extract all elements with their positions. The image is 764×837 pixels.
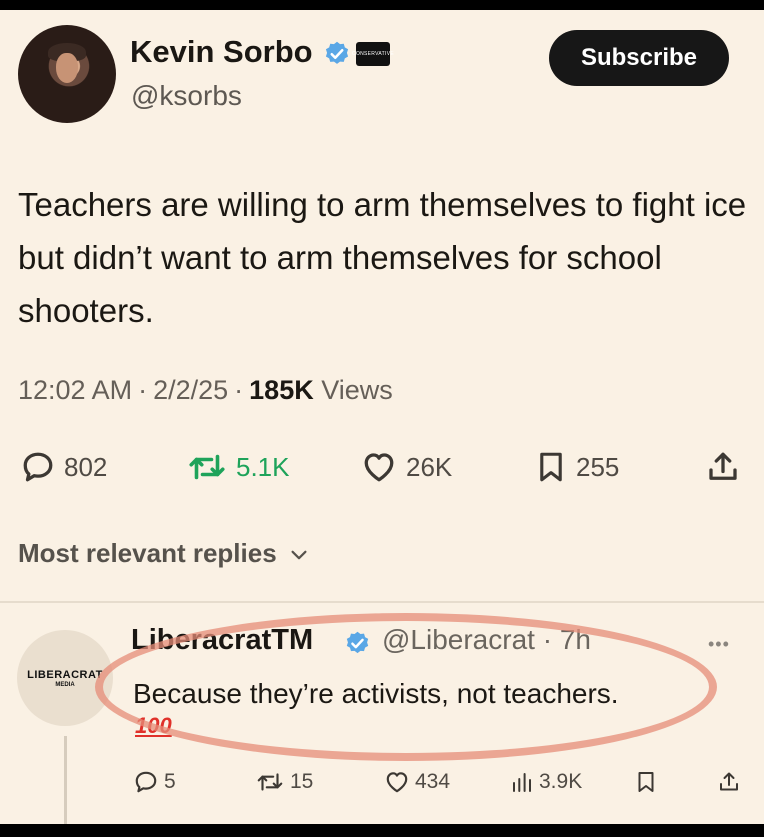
retweet-count: 5.1K: [236, 451, 290, 482]
like-count: 26K: [406, 451, 453, 482]
tweet-date[interactable]: 2/2/25: [153, 375, 228, 405]
section-divider: [0, 601, 764, 603]
reply-reply-count: 5: [164, 770, 176, 793]
bookmark-icon: [638, 772, 654, 792]
bookmark-icon: [540, 452, 562, 482]
reply-like-count: 434: [415, 770, 451, 793]
like-button[interactable]: 26K: [360, 445, 452, 489]
reply-views-button[interactable]: 3.9K: [510, 765, 582, 799]
replies-sort-toggle[interactable]: Most relevant replies: [18, 538, 310, 569]
affiliate-badge-text: CONSERVATIVE: [352, 51, 394, 57]
reply-bookmark-button[interactable]: [634, 765, 658, 799]
meta-separator: ·: [138, 375, 148, 405]
tweet-meta: 12:02 AM · 2/2/25 · 185K Views: [18, 375, 393, 406]
author-handle[interactable]: @ksorbs: [131, 80, 242, 112]
speech-bubble-icon: [23, 452, 53, 482]
retweet-icon: [189, 454, 225, 480]
views-count: 185K: [249, 375, 314, 405]
heart-icon: [364, 453, 394, 482]
reply-retweet-button[interactable]: 15: [255, 765, 313, 799]
tweet-screenshot: Kevin Sorbo CONSERVATIVE @ksorbs Subscri…: [0, 10, 764, 824]
bar-chart-icon: [513, 773, 531, 792]
tweet-text: Teachers are willing to arm themselves t…: [18, 186, 747, 329]
share-button[interactable]: [705, 445, 741, 489]
retweet-icon: [257, 773, 283, 791]
tweet-actions: 802 5.1K 26K 255: [0, 445, 764, 495]
bookmark-count: 255: [576, 451, 620, 482]
replies-sort-label: Most relevant replies: [18, 538, 277, 568]
retweet-button[interactable]: 5.1K: [186, 445, 290, 489]
share-icon: [720, 772, 738, 791]
verified-badge-icon: [325, 41, 349, 64]
avatar-face: [56, 53, 78, 83]
heart-icon: [386, 772, 408, 793]
chevron-down-icon: [291, 550, 307, 560]
reply-actions: 5 15 434 3.9K: [0, 765, 764, 801]
share-icon: [709, 452, 737, 480]
avatar-logo-subtext: MEDIA: [55, 681, 75, 688]
reply-reply-button[interactable]: 5: [133, 765, 176, 799]
author-name[interactable]: Kevin Sorbo: [130, 34, 313, 70]
reply-share-button[interactable]: [717, 765, 741, 799]
views-label: Views: [321, 375, 393, 405]
reply-retweet-count: 15: [290, 770, 314, 793]
meta-separator: ·: [234, 375, 244, 405]
more-dots-icon[interactable]: •••: [708, 634, 730, 655]
reply-like-button[interactable]: 434: [384, 765, 450, 799]
bookmark-button[interactable]: 255: [534, 445, 619, 489]
subscribe-button[interactable]: Subscribe: [549, 30, 729, 86]
tweet-time[interactable]: 12:02 AM: [18, 375, 132, 405]
affiliate-badge[interactable]: CONSERVATIVE: [352, 42, 394, 66]
reply-view-count: 3.9K: [539, 770, 583, 793]
reply-count: 802: [64, 451, 108, 482]
author-avatar[interactable]: [18, 25, 116, 123]
reply-button[interactable]: 802: [20, 445, 107, 489]
highlight-circle: [95, 613, 717, 761]
speech-bubble-icon: [135, 771, 157, 793]
avatar-logo-text: LIBERACRAT: [27, 668, 103, 681]
